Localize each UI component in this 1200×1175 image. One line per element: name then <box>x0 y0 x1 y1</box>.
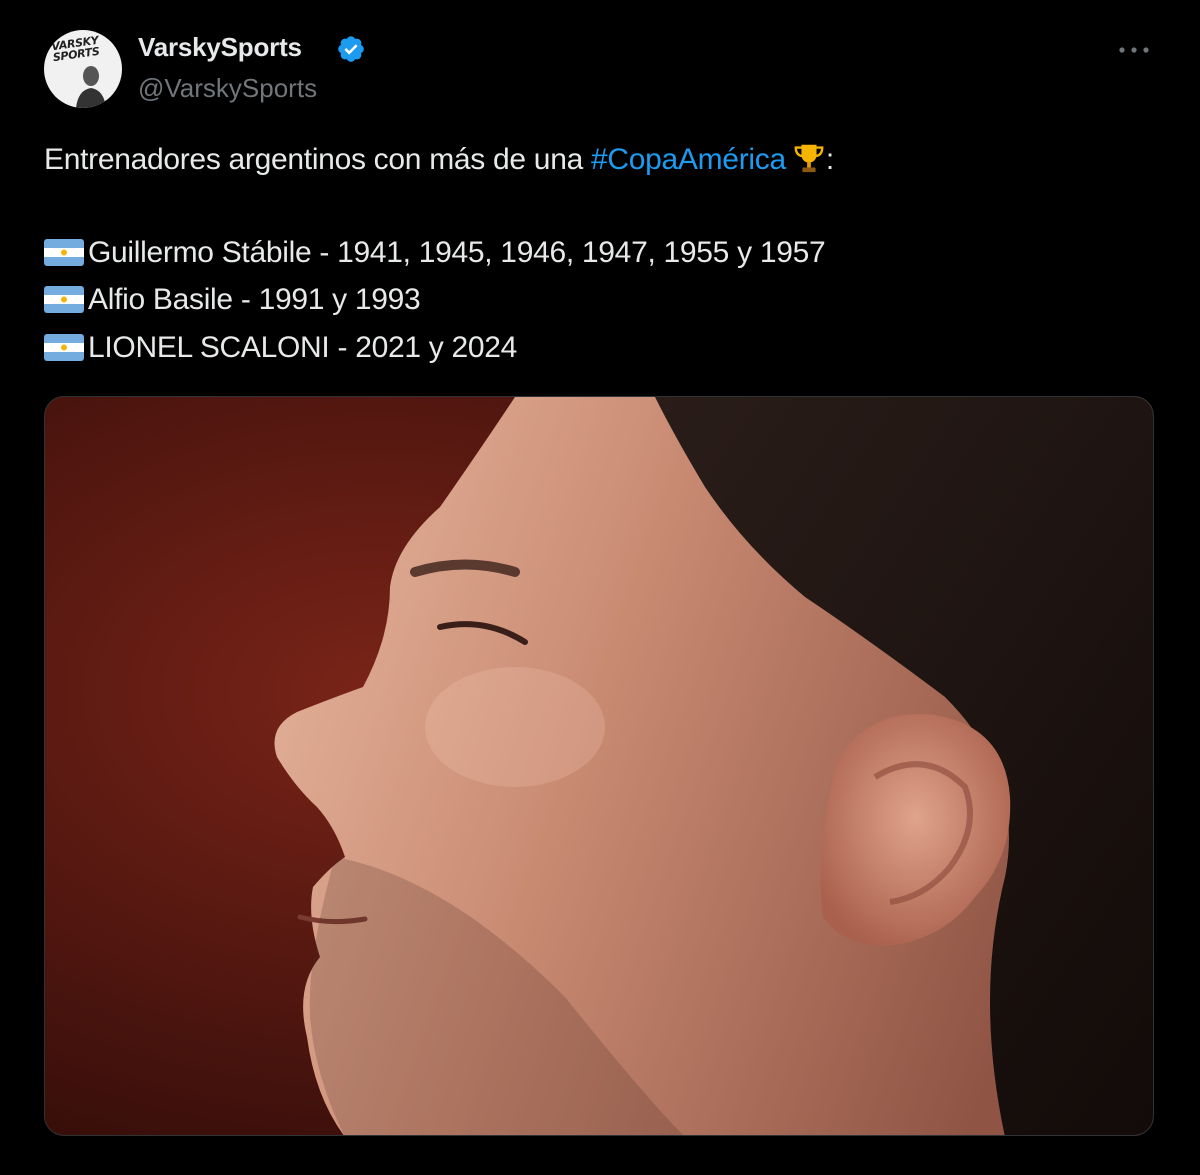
avatar-logo: VARSKY SPORTS <box>50 33 101 65</box>
avatar-person-icon <box>76 66 106 108</box>
list-item: LIONEL SCALONI - 2021 y 2024 <box>44 331 1154 365</box>
tweet-intro: Entrenadores argentinos con más de una #… <box>44 141 1154 177</box>
argentina-flag-icon <box>44 239 84 266</box>
author-handle[interactable]: @VarskySports <box>138 73 317 104</box>
tweet-intro-text: Entrenadores argentinos con más de una <box>44 143 591 176</box>
trophy-icon <box>794 144 824 173</box>
tweet-card: VARSKY SPORTS VarskySports @VarskySports … <box>0 0 1200 1175</box>
hashtag-link[interactable]: #CopaAmérica <box>591 143 786 176</box>
argentina-flag-icon <box>44 286 84 313</box>
avatar[interactable]: VARSKY SPORTS <box>44 30 122 108</box>
list-item: Guillermo Stábile - 1941, 1945, 1946, 19… <box>44 236 1154 270</box>
list-item-text: Alfio Basile - 1991 y 1993 <box>88 283 421 316</box>
tweet-media-photo[interactable] <box>44 396 1154 1136</box>
list-item: Alfio Basile - 1991 y 1993 <box>44 283 1154 317</box>
tweet-intro-suffix: : <box>825 143 834 176</box>
more-horizontal-icon[interactable] <box>1114 36 1154 64</box>
list-item-text: LIONEL SCALONI - 2021 y 2024 <box>88 331 518 364</box>
verified-badge-icon <box>338 36 364 62</box>
portrait-photo <box>45 397 1153 1135</box>
argentina-flag-icon <box>44 334 84 361</box>
list-item-text: Guillermo Stábile - 1941, 1945, 1946, 19… <box>88 236 826 269</box>
author-display-name[interactable]: VarskySports <box>138 32 302 63</box>
